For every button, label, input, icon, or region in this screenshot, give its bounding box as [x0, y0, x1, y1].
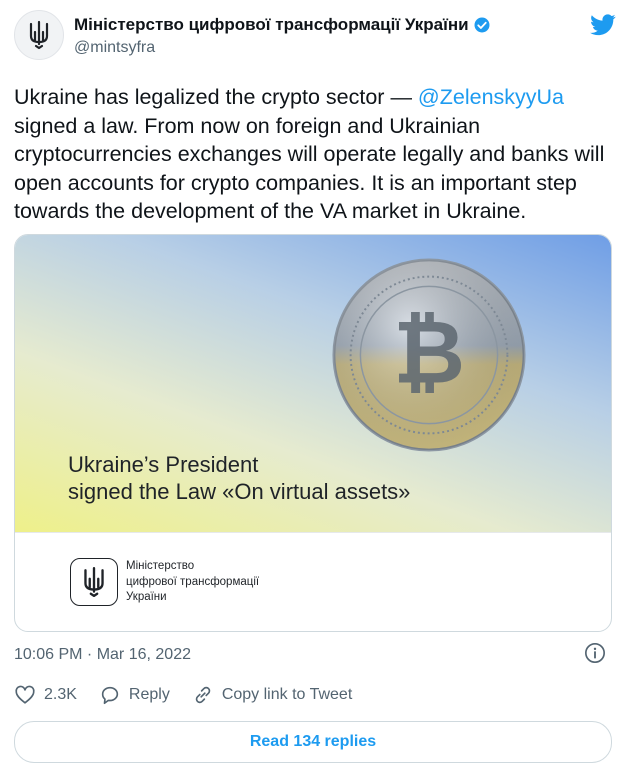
copy-link-button[interactable]: Copy link to Tweet [192, 684, 352, 706]
ministry-logo [70, 558, 118, 606]
like-button[interactable]: 2.3K [14, 684, 77, 706]
info-icon[interactable] [584, 642, 606, 664]
tweet-actions: 2.3K Reply Copy link to Tweet [14, 684, 374, 706]
link-icon [195, 686, 211, 704]
twitter-bird-icon[interactable] [590, 14, 616, 36]
reply-bubble-icon [101, 686, 119, 705]
bitcoin-coin-icon: ₿ [332, 258, 526, 452]
name-row: Міністерство цифрової трансформації Укра… [74, 15, 491, 35]
tweet-timestamp[interactable]: 10:06 PM · Mar 16, 2022 [14, 646, 191, 664]
copy-link-label: Copy link to Tweet [221, 686, 353, 703]
mention-link[interactable]: @ZelenskyyUa [418, 85, 564, 109]
card-image: ₿ Ukraine’s President signed the Law «On… [15, 235, 611, 532]
read-replies-button[interactable]: Read 134 replies [14, 721, 612, 763]
avatar[interactable] [14, 10, 64, 60]
display-name[interactable]: Міністерство цифрової трансформації Укра… [74, 15, 469, 35]
card-headline-line: Ukraine’s President [68, 452, 259, 477]
tweet-header: Міністерство цифрової трансформації Укра… [14, 10, 616, 62]
reply-label: Reply [128, 686, 170, 703]
card-headline: Ukraine’s President signed the Law «On v… [68, 451, 410, 505]
trident-icon [29, 20, 49, 50]
card-headline-line: signed the Law «On virtual assets» [68, 479, 411, 504]
verified-badge-icon [474, 17, 490, 33]
card-org-line: України [126, 591, 167, 603]
tweet-text: Ukraine has legalized the crypto sector … [14, 83, 616, 226]
svg-text:₿: ₿ [393, 300, 465, 403]
card-org-line: цифрової трансформації [126, 575, 260, 588]
trident-icon [84, 566, 104, 598]
tweet-text-part: Ukraine has legalized the crypto sector … [14, 85, 418, 109]
card-org-name: Міністерство цифрової трансформації Укра… [126, 559, 259, 606]
tweet-text-part: signed a law. From now on foreign and Uk… [14, 113, 605, 224]
reply-button[interactable]: Reply [99, 684, 170, 706]
user-handle[interactable]: @mintsyfra [74, 39, 155, 57]
heart-icon [15, 685, 35, 704]
card-org-line: Міністерство [126, 560, 195, 572]
card-divider [15, 532, 611, 533]
like-count: 2.3K [44, 686, 77, 703]
link-card[interactable]: ₿ Ukraine’s President signed the Law «On… [14, 234, 612, 632]
